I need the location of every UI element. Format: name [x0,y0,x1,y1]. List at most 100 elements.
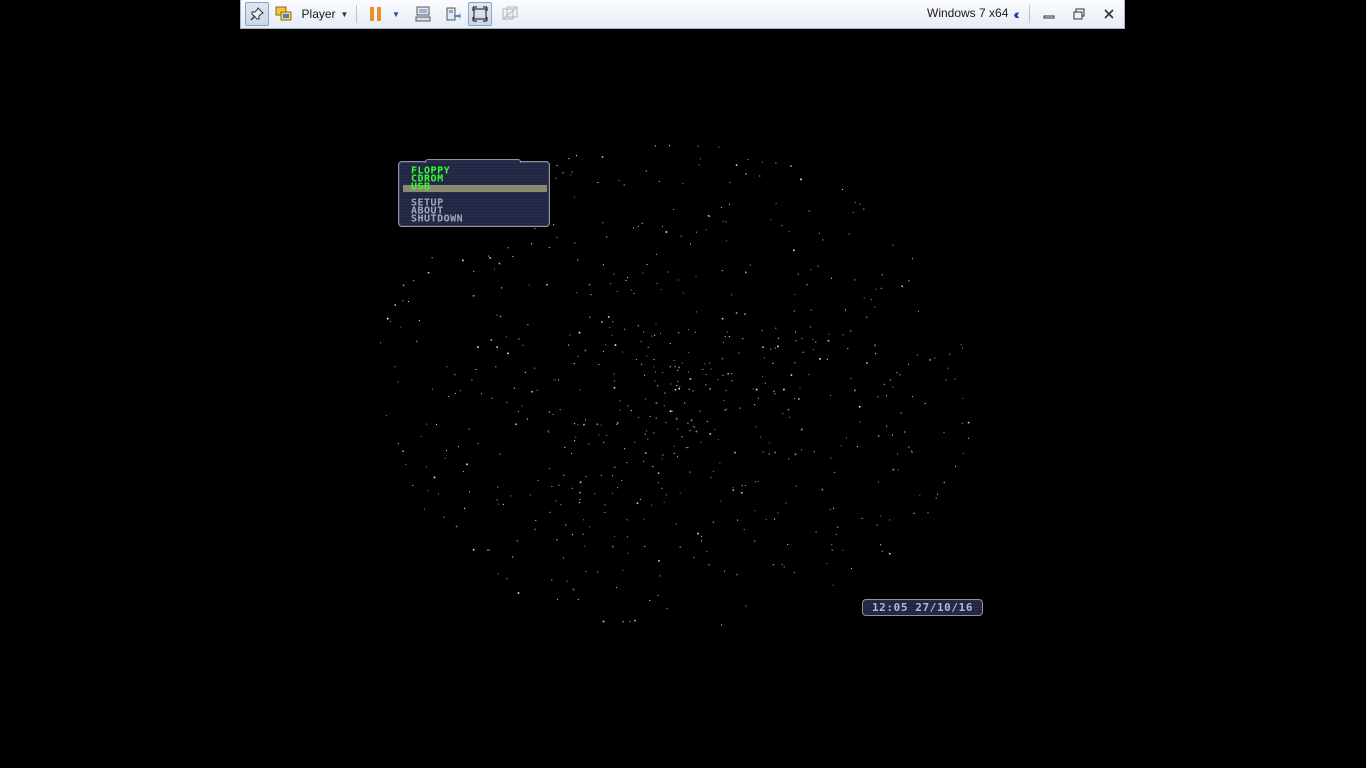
star [818,232,820,234]
star [699,410,701,412]
boot-menu-item-shutdown[interactable]: SHUTDOWN [411,215,463,225]
boot-menu-item-usb[interactable]: USB [411,183,431,193]
star [821,488,824,491]
player-menu-button[interactable]: Player ▼ [299,2,351,26]
toolbar-separator [356,5,357,23]
star [594,493,596,495]
star [669,343,671,344]
star [918,310,919,312]
star [468,428,470,430]
star [850,377,852,379]
star [562,557,564,559]
pin-toolbar-button[interactable] [245,2,269,26]
star [669,145,670,147]
star [673,209,675,210]
star [547,430,549,432]
star [647,438,649,440]
star [955,465,956,467]
minimize-button[interactable] [1039,2,1059,26]
star [402,450,404,452]
star [880,544,882,546]
star [736,574,738,576]
star [612,545,614,548]
removable-devices-button[interactable] [442,2,464,26]
star [677,369,679,371]
star [747,159,749,160]
star [935,497,937,499]
star [720,500,722,502]
star [676,385,678,386]
star [462,259,464,262]
star [469,491,470,493]
star [657,385,659,387]
star [438,493,439,495]
pause-dropdown-button[interactable]: ▼ [389,2,403,26]
star [919,494,921,496]
star [949,353,951,355]
star [548,431,550,433]
star [472,295,475,297]
star [724,570,725,572]
star [577,259,579,261]
star [798,398,800,400]
star [714,428,716,430]
star [690,419,693,422]
star [937,493,939,495]
star [755,426,757,428]
unity-mode-button[interactable] [499,2,521,26]
close-button[interactable] [1099,2,1119,26]
star [842,549,844,551]
star [900,412,902,414]
star [589,316,591,318]
star [960,344,962,346]
star [773,390,775,393]
star [667,271,669,273]
star [782,413,784,414]
star [812,349,814,351]
star [397,443,399,445]
star [506,578,508,580]
star [625,279,627,281]
star [663,501,665,503]
star [563,474,565,476]
star [684,402,686,404]
star [742,338,744,340]
star [622,569,624,571]
star [678,387,680,390]
star [801,338,803,340]
fit-guest-button[interactable] [468,2,492,26]
star [702,368,704,370]
vm-screen[interactable]: Player ▼ ▼ Windows 7 x64 ‹‹ FLOPPY CDROM… [0,0,1366,768]
collapse-toolbar-button[interactable]: ‹‹ [1007,2,1023,26]
star [679,546,681,548]
star [682,292,684,294]
star [657,594,659,596]
star [726,331,728,333]
star [673,452,675,454]
star [522,344,524,346]
star [775,327,777,329]
boot-menu-tab [425,159,521,163]
star [813,451,815,453]
star [916,354,918,356]
star [962,452,964,454]
pause-button[interactable] [365,2,387,26]
star [569,334,571,336]
star [790,374,793,376]
star [555,500,557,502]
send-ctrl-alt-del-button[interactable] [412,2,434,26]
starfield-background [380,145,970,626]
star [856,446,858,448]
star [924,403,926,404]
restore-button[interactable] [1069,2,1089,26]
star [725,408,727,410]
star [589,526,590,528]
star [787,544,789,545]
star [731,380,733,382]
library-button[interactable] [272,2,296,26]
star [724,409,726,411]
star [657,482,659,484]
star [506,401,508,403]
star [709,388,711,390]
star [655,417,657,419]
